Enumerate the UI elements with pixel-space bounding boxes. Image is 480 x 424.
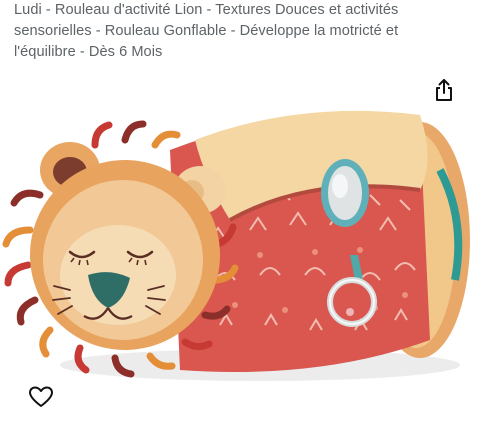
product-image[interactable]: [0, 80, 480, 390]
favorite-button[interactable]: [26, 383, 56, 411]
product-title: Ludi - Rouleau d'activité Lion - Texture…: [14, 2, 399, 60]
heart-icon: [29, 386, 53, 407]
